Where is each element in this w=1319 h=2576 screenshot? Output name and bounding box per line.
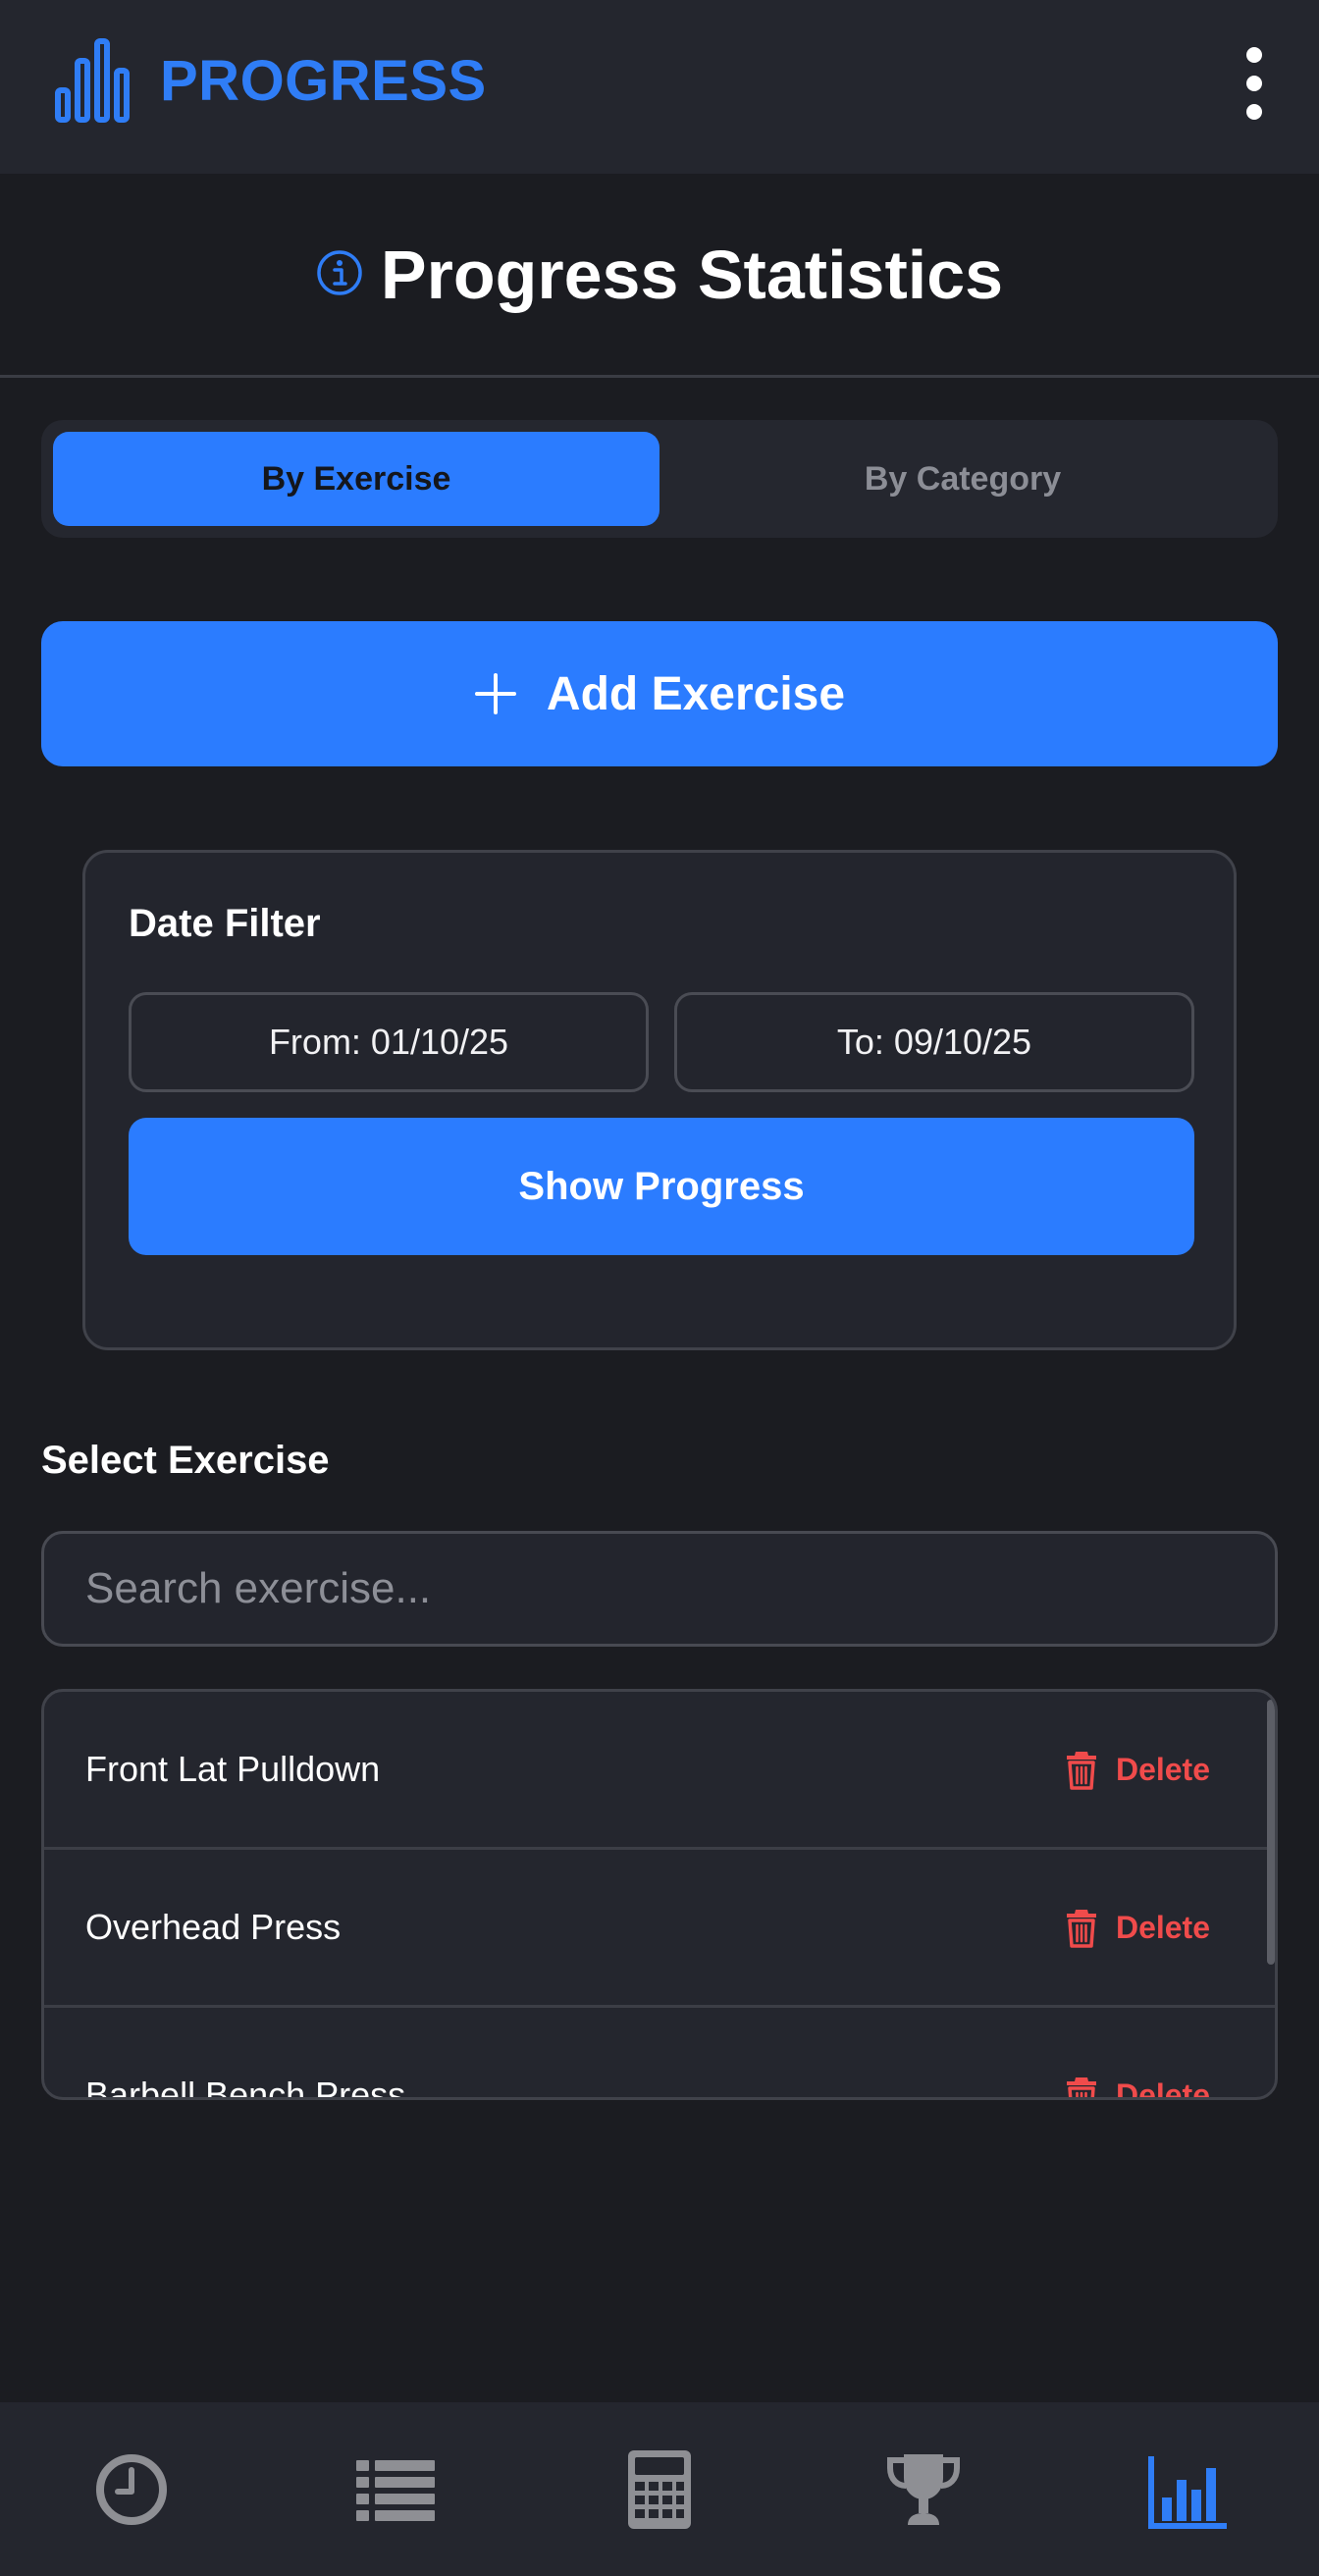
add-exercise-label: Add Exercise — [546, 667, 846, 720]
page-title: Progress Statistics — [380, 236, 1004, 313]
page-title-row: Progress Statistics — [0, 174, 1319, 378]
trophy-icon — [886, 2453, 960, 2525]
nav-item-progress[interactable] — [1055, 2402, 1319, 2576]
tab-by-category[interactable]: By Category — [660, 432, 1266, 526]
exercise-list: Front Lat Pulldown Delete Overhead Press… — [41, 1689, 1278, 2100]
add-exercise-button[interactable]: Add Exercise — [41, 621, 1278, 766]
menu-dot — [1246, 76, 1262, 91]
app-root: PROGRESS Progress Statistics By Exercise… — [0, 0, 1319, 2576]
show-progress-button[interactable]: Show Progress — [129, 1118, 1194, 1255]
list-scrollbar[interactable] — [1267, 1700, 1275, 1965]
select-exercise-label: Select Exercise — [41, 1439, 330, 1482]
to-date-button[interactable]: To: 09/10/25 — [674, 992, 1194, 1092]
nav-item-history[interactable] — [0, 2402, 264, 2576]
menu-dot — [1246, 47, 1262, 63]
clock-icon — [96, 2453, 168, 2525]
tab-by-exercise[interactable]: By Exercise — [53, 432, 660, 526]
delete-label: Delete — [1115, 1909, 1210, 1945]
bottom-navigation — [0, 2402, 1319, 2576]
date-filter-title: Date Filter — [129, 902, 321, 945]
nav-item-list[interactable] — [264, 2402, 528, 2576]
brand: PROGRESS — [54, 37, 487, 124]
delete-button[interactable]: Delete — [1065, 2075, 1210, 2100]
more-vertical-icon[interactable] — [1233, 39, 1276, 128]
info-icon[interactable] — [316, 249, 363, 296]
from-date-button[interactable]: From: 01/10/25 — [129, 992, 649, 1092]
exercise-name: Barbell Bench Press — [85, 2075, 406, 2100]
delete-button[interactable]: Delete — [1065, 1749, 1210, 1790]
delete-label: Delete — [1115, 1751, 1210, 1787]
search-exercise-input[interactable] — [41, 1531, 1278, 1647]
app-title: PROGRESS — [160, 48, 487, 113]
top-app-bar: PROGRESS — [0, 0, 1319, 174]
view-mode-tabs: By Exercise By Category — [41, 420, 1278, 538]
list-item[interactable]: Overhead Press Delete — [44, 1850, 1275, 2008]
exercise-name: Front Lat Pulldown — [85, 1749, 381, 1789]
trash-icon — [1066, 1752, 1096, 1790]
delete-button[interactable]: Delete — [1065, 1907, 1210, 1948]
menu-dot — [1246, 104, 1262, 120]
bar-chart-icon — [1147, 2455, 1227, 2529]
nav-item-calculator[interactable] — [528, 2402, 792, 2576]
plus-icon — [474, 673, 516, 714]
list-icon — [356, 2459, 436, 2521]
list-item[interactable]: Barbell Bench Press Delete — [44, 2008, 1275, 2100]
exercise-name: Overhead Press — [85, 1907, 342, 1947]
nav-item-records[interactable] — [791, 2402, 1055, 2576]
calculator-icon — [627, 2449, 691, 2529]
bar-chart-icon — [55, 38, 130, 123]
trash-icon — [1066, 1910, 1096, 1948]
trash-icon — [1066, 2077, 1096, 2097]
date-filter-card: Date Filter From: 01/10/25 To: 09/10/25 … — [82, 850, 1237, 1350]
delete-label: Delete — [1115, 2077, 1210, 2100]
list-item[interactable]: Front Lat Pulldown Delete — [44, 1692, 1275, 1850]
